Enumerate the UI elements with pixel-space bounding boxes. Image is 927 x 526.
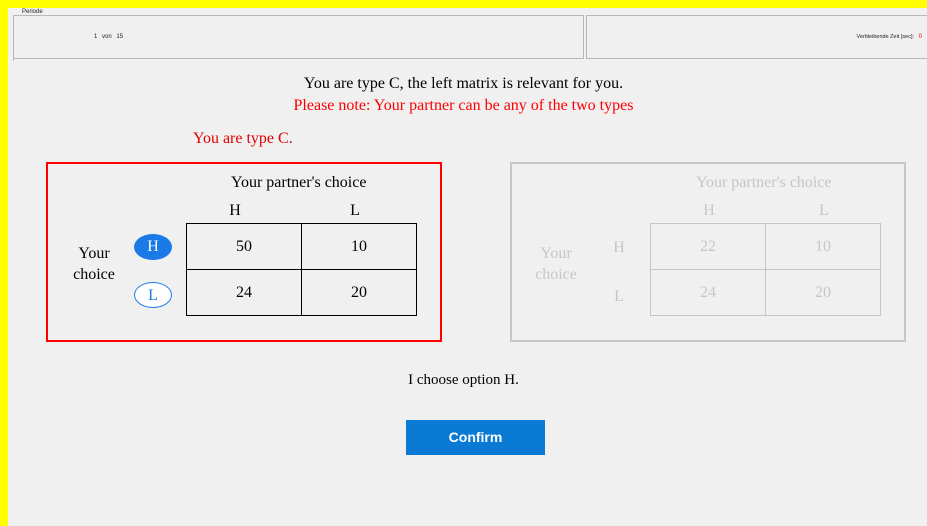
payoff-matrix-right: 22 10 24 20 [650, 223, 881, 316]
timer-value: 0 [918, 34, 922, 40]
matrix-cell: 24 [186, 269, 302, 316]
your-choice-line-1: Your [540, 245, 572, 262]
instruction-line-2: Please note: Your partner can be any of … [293, 97, 634, 114]
period-legend: Periode [21, 9, 44, 15]
confirm-button[interactable]: Confirm [406, 420, 545, 455]
matrix-row-l: 24 20 [186, 269, 417, 316]
option-h-button[interactable]: H [134, 234, 172, 260]
your-choice-label: Your choice [64, 243, 124, 285]
column-l-label: L [819, 202, 829, 219]
column-h-label: H [229, 202, 241, 219]
matrix-row-h: 50 10 [186, 223, 417, 270]
matrix-cell: 10 [301, 223, 417, 270]
chosen-option-text: I choose option H. [408, 372, 519, 388]
matrix-left-panel: Your partner's choice H L Your choice H … [46, 162, 442, 342]
period-of: von [102, 34, 112, 40]
your-choice-line-2: choice [535, 266, 577, 283]
option-l-button[interactable]: L [134, 282, 172, 308]
timer-box: Verbleibende Zeit [sec]: 0 [586, 15, 927, 59]
column-l-label: L [350, 202, 360, 219]
payoff-matrix-left: 50 10 24 20 [186, 223, 417, 316]
matrix-right-panel: Your partner's choice H L Your choice H … [510, 162, 906, 342]
partner-choice-label: Your partner's choice [231, 174, 367, 191]
matrix-row-l: 24 20 [650, 269, 881, 316]
header-divider [13, 57, 18, 61]
matrix-cell: 50 [186, 223, 302, 270]
period-counter: 1 von 15 [94, 34, 123, 40]
matrix-cell: 22 [650, 223, 766, 270]
column-h-label: H [703, 202, 715, 219]
matrix-row-h: 22 10 [650, 223, 881, 270]
period-current: 1 [94, 34, 98, 40]
your-choice-line-2: choice [73, 266, 115, 283]
matrix-cell: 20 [765, 269, 881, 316]
matrix-cell: 24 [650, 269, 766, 316]
partner-choice-label: Your partner's choice [696, 174, 832, 191]
row-l-label: L [614, 288, 624, 305]
period-total: 15 [116, 34, 124, 40]
row-h-label: H [613, 239, 625, 256]
matrix-cell: 20 [301, 269, 417, 316]
your-choice-line-1: Your [78, 245, 110, 262]
window-border-top [0, 0, 927, 8]
type-label: You are type C. [193, 130, 293, 147]
instruction-line-1: You are type C, the left matrix is relev… [303, 75, 624, 92]
timer-label: Verbleibende Zeit [sec]: [856, 34, 914, 40]
matrix-cell: 10 [765, 223, 881, 270]
period-box: Periode 1 von 15 [13, 9, 584, 59]
your-choice-label: Your choice [526, 243, 586, 285]
